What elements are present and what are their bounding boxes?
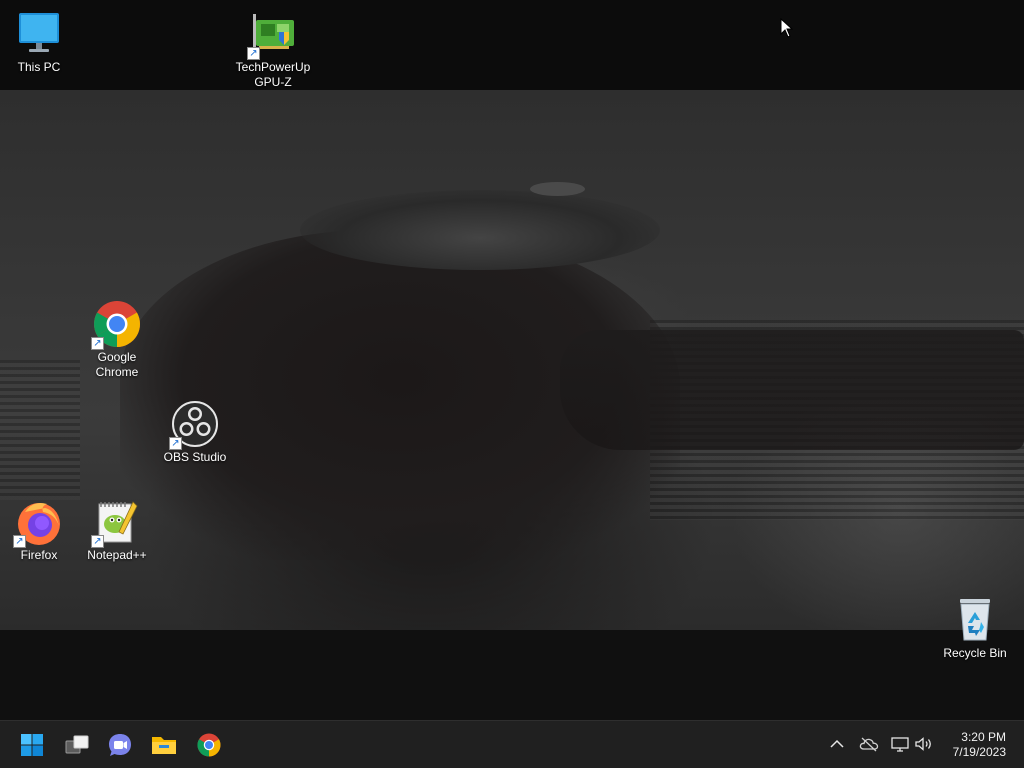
notepad-plus-plus-icon: ↗ [91, 498, 141, 548]
clock[interactable]: 3:20 PM 7/19/2023 [953, 730, 1006, 760]
windows-logo-icon [21, 734, 43, 756]
wallpaper-bottom-band [0, 630, 1024, 720]
firefox-icon: ↗ [13, 498, 63, 548]
volume-button[interactable] [913, 733, 935, 755]
wallpaper-top-band [0, 0, 1024, 90]
shortcut-arrow-icon: ↗ [91, 535, 104, 548]
chrome-icon [197, 733, 221, 757]
volume-icon [915, 737, 931, 751]
desktop-icon-label: Google Chrome [95, 350, 139, 379]
wallpaper-hat-top [530, 182, 585, 196]
desktop-icon-google-chrome[interactable]: ↗ Google Chrome [75, 300, 159, 380]
desktop-icon-gpu-z[interactable]: ↗ TechPowerUp GPU-Z [231, 10, 315, 90]
desktop-icon-firefox[interactable]: ↗ Firefox [0, 498, 81, 563]
desktop-icon-recycle-bin[interactable]: Recycle Bin [933, 596, 1017, 661]
wallpaper-arm [560, 330, 1024, 450]
desktop-icon-label: This PC [17, 60, 61, 74]
clock-time: 3:20 PM [961, 730, 1006, 744]
chrome-icon: ↗ [91, 300, 141, 350]
folder-icon [152, 737, 176, 754]
shortcut-arrow-icon: ↗ [169, 437, 182, 450]
shortcut-arrow-icon: ↗ [247, 47, 260, 60]
desktop-icon-label: Recycle Bin [943, 646, 1007, 660]
wallpaper-blinds-left [0, 360, 80, 500]
shortcut-arrow-icon: ↗ [91, 337, 104, 350]
desktop-icon-this-pc[interactable]: This PC [0, 10, 81, 75]
desktop-icon-obs-studio[interactable]: ↗ OBS Studio [153, 400, 237, 465]
network-icon [891, 737, 909, 752]
teams-chat-icon [109, 734, 131, 756]
monitor-icon [15, 10, 63, 58]
chat-button[interactable] [102, 727, 138, 763]
mouse-cursor-icon [780, 17, 794, 43]
file-explorer-button[interactable] [146, 727, 182, 763]
desktop-icon-label: Notepad++ [87, 548, 147, 562]
desktop-icon-notepad-plus-plus[interactable]: ↗ Notepad++ [75, 498, 159, 563]
obs-icon: ↗ [169, 400, 219, 450]
recycle-bin-icon [951, 596, 999, 644]
chevron-up-icon [830, 739, 844, 748]
onedrive-button[interactable] [858, 733, 880, 755]
start-button[interactable] [14, 727, 50, 763]
task-view-button[interactable] [59, 727, 95, 763]
show-hidden-icons-button[interactable] [826, 733, 848, 755]
task-view-icon [65, 735, 89, 754]
chrome-taskbar-button[interactable] [191, 727, 227, 763]
desktop-icon-label: Firefox [20, 548, 58, 562]
shortcut-arrow-icon: ↗ [13, 535, 26, 548]
gpu-z-icon: ↗ [247, 10, 297, 60]
taskbar: 3:20 PM 7/19/2023 [0, 720, 1024, 768]
desktop-icon-label: OBS Studio [163, 450, 227, 464]
desktop-icon-label: TechPowerUp GPU-Z [231, 60, 315, 90]
onedrive-offline-icon [859, 737, 879, 752]
gpu-z-label: TechPowerUp GPU-Z [235, 60, 311, 89]
network-button[interactable] [889, 733, 911, 755]
clock-date: 7/19/2023 [952, 745, 1006, 759]
wallpaper-hat [300, 190, 660, 270]
